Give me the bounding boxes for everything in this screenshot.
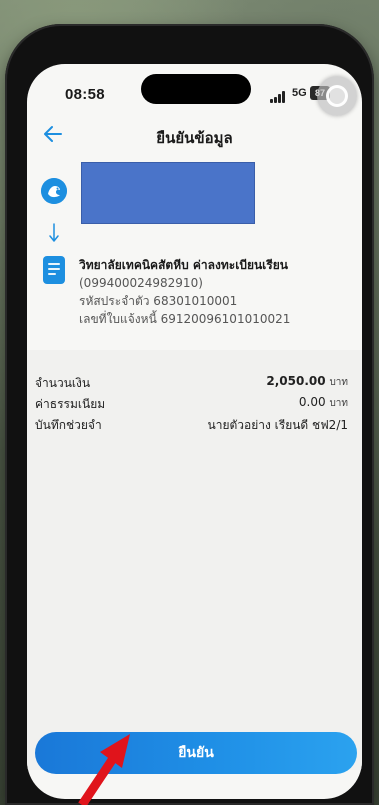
amount-row: จำนวนเงิน 2,050.00 บาท <box>35 374 348 392</box>
redacted-sender-info <box>81 162 255 224</box>
amount-unit: บาท <box>329 377 348 388</box>
amount-value: 2,050.00 <box>266 374 326 388</box>
memo-value: นายตัวอย่าง เรียนดี ชฟ2/1 <box>207 418 349 432</box>
assistive-touch-button[interactable] <box>317 76 357 116</box>
status-bar: 08:58 5G 87 <box>27 64 362 116</box>
memo-label: บันทึกช่วยจำ <box>35 418 102 432</box>
recipient-account: (099400024982910) <box>79 276 203 290</box>
annotation-arrow-icon <box>78 734 130 805</box>
recipient-name: วิทยาลัยเทคนิคสัตหีบ ค่าลงทะเบียนเรียน <box>79 258 288 272</box>
phone-frame: 08:58 5G 87 ยืนยันข้อมูล <box>5 24 374 805</box>
app-screen: 08:58 5G 87 ยืนยันข้อมูล <box>27 64 362 799</box>
status-time: 08:58 <box>65 86 105 103</box>
recipient-ref2: เลขที่ใบแจ้งหนี้ 69120096101010021 <box>79 312 291 326</box>
page-title: ยืนยันข้อมูล <box>156 129 233 147</box>
amount-value-wrap: 2,050.00 บาท <box>266 374 348 390</box>
fee-value-wrap: 0.00 บาท <box>299 395 348 411</box>
fee-unit: บาท <box>329 398 348 409</box>
fee-label: ค่าธรรมเนียม <box>35 397 106 411</box>
recipient-info: วิทยาลัยเทคนิคสัตหีบ ค่าลงทะเบียนเรียน (… <box>79 256 359 328</box>
fee-row: ค่าธรรมเนียม 0.00 บาท <box>35 395 348 413</box>
amount-label: จำนวนเงิน <box>35 376 91 390</box>
memo-row: บันทึกช่วยจำ นายตัวอย่าง เรียนดี ชฟ2/1 <box>35 416 348 434</box>
recipient-ref1: รหัสประจำตัว 68301010001 <box>79 294 238 308</box>
dynamic-island <box>141 74 251 104</box>
down-arrow-icon <box>49 223 59 242</box>
signal-icon <box>270 91 290 103</box>
kasikorn-bank-logo-icon <box>41 178 67 204</box>
fee-value: 0.00 <box>298 395 326 409</box>
transaction-details: จำนวนเงิน 2,050.00 บาท ค่าธรรมเนียม 0.00… <box>27 350 362 770</box>
document-icon <box>43 256 65 284</box>
network-label: 5G <box>292 87 307 99</box>
